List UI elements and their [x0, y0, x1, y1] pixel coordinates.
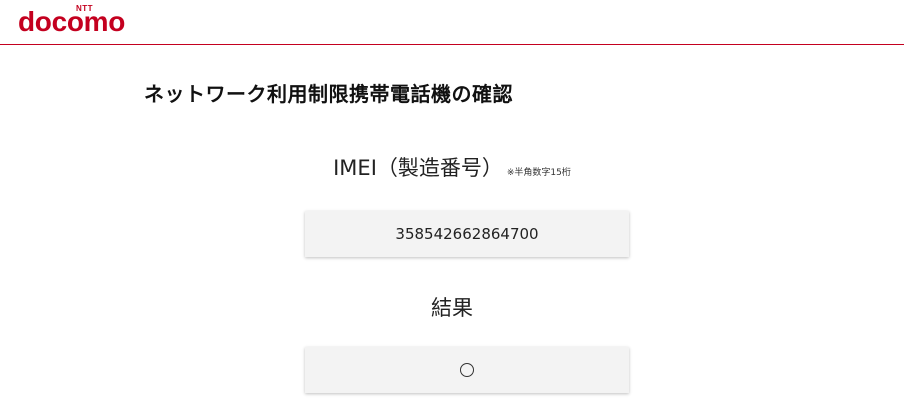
result-value-field: [305, 347, 629, 393]
circle-mark-icon: [460, 363, 474, 377]
imei-value: 358542662864700: [395, 225, 539, 243]
page-title: ネットワーク利用制限携帯電話機の確認: [144, 82, 513, 106]
docomo-logo[interactable]: docomo NTT: [18, 4, 160, 38]
imei-value-field: 358542662864700: [305, 211, 629, 257]
site-header: docomo NTT: [0, 0, 904, 45]
logo-brand-name: docomo: [18, 6, 126, 37]
imei-label: IMEI（製造番号）: [333, 156, 503, 180]
imei-note: ※半角数字15桁: [506, 168, 571, 178]
logo-ntt-label: NTT: [76, 4, 94, 13]
result-label: 結果: [431, 296, 473, 320]
imei-label-row: IMEI（製造番号） ※半角数字15桁: [0, 152, 904, 182]
